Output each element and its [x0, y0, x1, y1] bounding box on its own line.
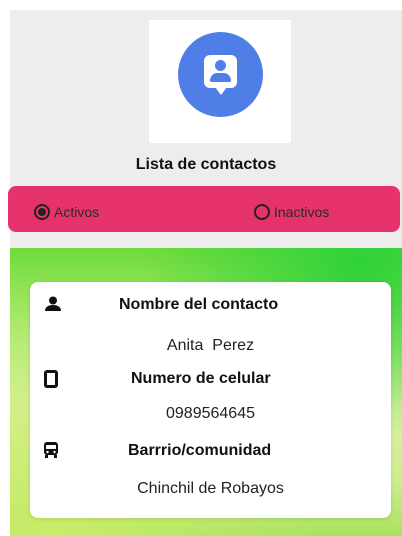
- phone-value: 0989564645: [166, 405, 255, 422]
- phone-label: Numero de celular: [131, 370, 271, 387]
- area-label: Barrrio/comunidad: [128, 442, 272, 459]
- contact-card[interactable]: Nombre del contacto Anita Perez Numero d…: [30, 282, 391, 518]
- bus-icon: [44, 442, 58, 458]
- contact-card-icon: [178, 32, 263, 117]
- radio-inactivos[interactable]: Inactivos: [254, 204, 329, 220]
- radio-selected-icon[interactable]: [34, 204, 50, 220]
- name-value: Anita Perez: [166, 337, 255, 354]
- page-title: Lista de contactos: [135, 156, 277, 173]
- radio-inactivos-label: Inactivos: [274, 204, 330, 220]
- radio-activos[interactable]: Activos: [34, 204, 99, 220]
- name-label: Nombre del contacto: [119, 296, 279, 313]
- phone-icon: [44, 370, 58, 388]
- radio-activos-label: Activos: [54, 204, 100, 220]
- person-icon: [45, 296, 61, 311]
- status-filter: Activos Inactivos: [8, 186, 400, 232]
- radio-unselected-icon[interactable]: [254, 204, 270, 220]
- area-value: Chinchil de Robayos: [137, 480, 284, 497]
- app-logo: [149, 20, 291, 143]
